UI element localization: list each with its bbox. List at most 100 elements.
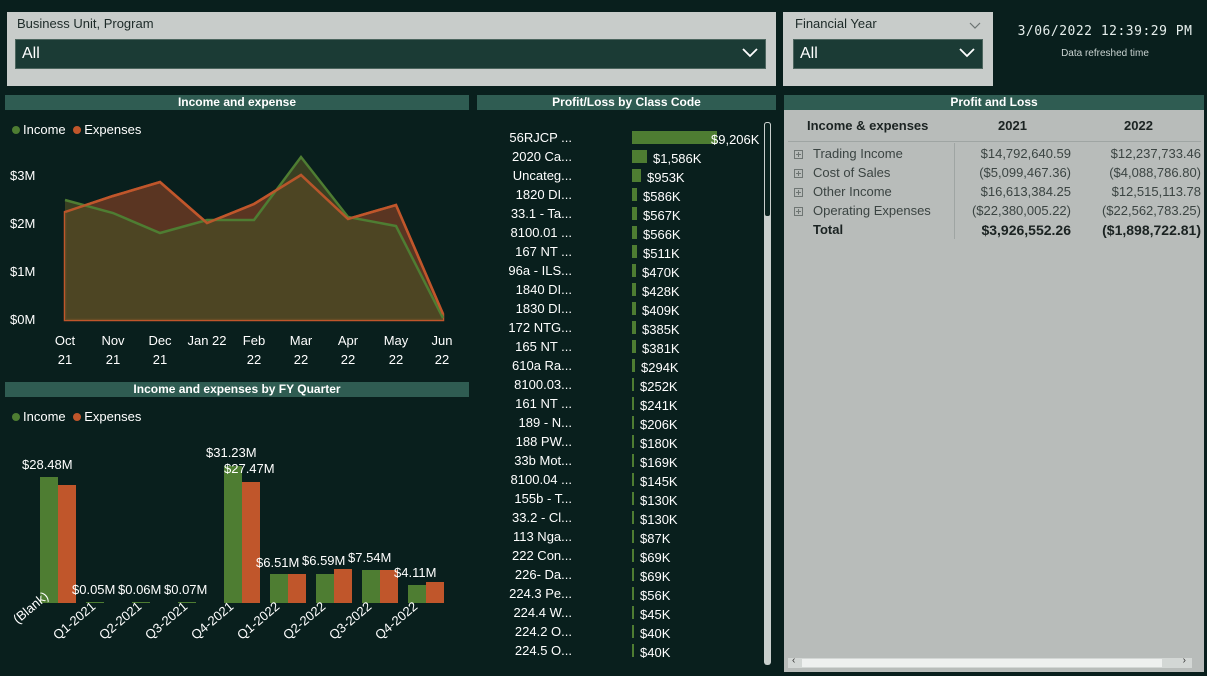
class-code-bar[interactable] bbox=[632, 492, 634, 505]
x-tick: Nov 21 bbox=[101, 333, 125, 367]
expand-icon[interactable] bbox=[794, 207, 803, 216]
total-label: Total bbox=[813, 222, 844, 237]
class-code-value: $1,586K bbox=[653, 151, 702, 166]
scrollbar-thumb[interactable] bbox=[764, 122, 771, 217]
class-code-bar[interactable] bbox=[632, 150, 647, 163]
profit-and-loss-header: Profit and Loss bbox=[784, 95, 1204, 110]
x-tick: Feb 22 bbox=[242, 333, 266, 367]
chevron-down-icon bbox=[959, 48, 975, 58]
expenses-legend-label: Expenses bbox=[84, 122, 142, 137]
class-code-bar[interactable] bbox=[632, 378, 634, 391]
class-code-bar[interactable] bbox=[632, 568, 634, 581]
class-code-value: $409K bbox=[642, 303, 680, 318]
total-2022: ($1,898,722.81) bbox=[1102, 222, 1201, 238]
class-code-value: $385K bbox=[642, 322, 680, 337]
class-code-label: 222 Con... bbox=[512, 548, 572, 563]
class-code-bar[interactable] bbox=[632, 264, 636, 277]
class-code-value: $69K bbox=[640, 569, 671, 584]
business-unit-slicer: Business Unit, Program All bbox=[7, 12, 776, 86]
class-code-bar[interactable] bbox=[632, 511, 634, 524]
class-code-label: 33.1 - Ta... bbox=[510, 206, 572, 221]
class-code-bar[interactable] bbox=[632, 454, 634, 467]
scroll-right-icon[interactable]: › bbox=[1183, 655, 1186, 666]
class-code-value: $130K bbox=[640, 493, 678, 508]
class-code-bar[interactable] bbox=[632, 245, 637, 258]
class-code-bar[interactable] bbox=[632, 188, 637, 201]
class-code-label: Uncateg... bbox=[512, 168, 572, 183]
refresh-datetime: 3/06/2022 12:39:29 PM bbox=[1017, 24, 1193, 39]
expand-icon[interactable] bbox=[794, 169, 803, 178]
class-code-value: $566K bbox=[643, 227, 681, 242]
class-code-bar[interactable] bbox=[632, 302, 636, 315]
income-legend-dot bbox=[12, 125, 20, 134]
class-code-bar[interactable] bbox=[632, 397, 634, 410]
x-tick: Apr 22 bbox=[337, 333, 359, 367]
expand-icon[interactable] bbox=[794, 188, 803, 197]
value-2022: ($22,562,783.25) bbox=[1101, 203, 1201, 218]
x-tick: Jun 22 bbox=[431, 333, 453, 367]
class-code-value: $45K bbox=[640, 607, 671, 622]
expenses-bar bbox=[426, 582, 444, 603]
value-2022: ($4,088,786.80) bbox=[1109, 165, 1201, 180]
class-code-value: $145K bbox=[640, 474, 678, 489]
class-code-label: 224.5 O... bbox=[514, 643, 572, 658]
class-code-bar[interactable] bbox=[632, 226, 637, 239]
income-legend-label: Income bbox=[23, 409, 66, 424]
class-code-bar[interactable] bbox=[632, 283, 636, 296]
class-code-bar[interactable] bbox=[632, 587, 634, 600]
class-code-bar[interactable] bbox=[632, 625, 634, 638]
class-code-bar[interactable] bbox=[632, 321, 636, 334]
expand-icon[interactable] bbox=[794, 150, 803, 159]
data-label: $31.23M bbox=[206, 445, 257, 460]
class-code-bar[interactable] bbox=[632, 549, 634, 562]
class-code-bar[interactable] bbox=[632, 359, 635, 372]
financial-year-value: All bbox=[800, 45, 818, 62]
class-code-bar[interactable] bbox=[632, 473, 634, 486]
scrollbar-thumb[interactable] bbox=[802, 659, 1162, 667]
column-header[interactable]: Income & expenses bbox=[807, 118, 928, 133]
business-unit-dropdown[interactable]: All bbox=[15, 39, 766, 69]
income-expense-area-chart[interactable] bbox=[0, 140, 470, 330]
refresh-caption: Data refreshed time bbox=[1061, 48, 1149, 59]
data-label: $0.06M bbox=[118, 582, 162, 597]
class-code-label: 224.4 W... bbox=[513, 605, 572, 620]
class-code-value: $40K bbox=[640, 645, 671, 660]
horizontal-scrollbar[interactable]: ‹ › bbox=[788, 655, 1192, 668]
class-code-value: $69K bbox=[640, 550, 671, 565]
class-code-label: 172 NTG... bbox=[508, 320, 572, 335]
column-header[interactable]: 2021 bbox=[998, 118, 1027, 133]
business-unit-slicer-title: Business Unit, Program bbox=[17, 16, 154, 31]
class-code-value: $428K bbox=[642, 284, 680, 299]
header-divider bbox=[788, 141, 1201, 142]
quarter-chart-legend[interactable]: Income Expenses bbox=[12, 409, 141, 424]
column-header[interactable]: 2022 bbox=[1124, 118, 1153, 133]
class-code-bar[interactable] bbox=[632, 530, 634, 543]
financial-year-dropdown[interactable]: All bbox=[793, 39, 983, 69]
row-label: Other Income bbox=[813, 184, 892, 199]
class-code-bar[interactable] bbox=[632, 131, 717, 144]
expenses-bar bbox=[288, 574, 306, 603]
class-code-value: $241K bbox=[640, 398, 678, 413]
data-label: $27.47M bbox=[224, 461, 275, 476]
quarter-chart-header: Income and expenses by FY Quarter bbox=[5, 382, 469, 397]
class-code-bar[interactable] bbox=[632, 340, 636, 353]
class-code-bar[interactable] bbox=[632, 169, 641, 182]
x-tick: Oct 21 bbox=[54, 333, 76, 367]
class-code-value: $87K bbox=[640, 531, 671, 546]
class-code-label: 8100.01 ... bbox=[510, 225, 572, 240]
class-code-value: $294K bbox=[641, 360, 679, 375]
scroll-left-icon[interactable]: ‹ bbox=[792, 655, 795, 666]
profit-loss-class-header: Profit/Loss by Class Code bbox=[477, 95, 776, 110]
chevron-down-icon[interactable] bbox=[969, 20, 981, 32]
class-code-bar[interactable] bbox=[632, 606, 634, 619]
x-tick: Mar 22 bbox=[289, 333, 313, 367]
class-code-label: 224.3 Pe... bbox=[509, 586, 572, 601]
class-code-label: 155b - T... bbox=[514, 491, 572, 506]
class-code-bar[interactable] bbox=[632, 207, 637, 220]
class-code-bar[interactable] bbox=[632, 644, 634, 657]
expenses-legend-label: Expenses bbox=[84, 409, 142, 424]
class-code-bar[interactable] bbox=[632, 435, 634, 448]
income-expense-legend[interactable]: Income Expenses bbox=[12, 122, 141, 137]
income-expense-header: Income and expense bbox=[5, 95, 469, 110]
class-code-bar[interactable] bbox=[632, 416, 634, 429]
